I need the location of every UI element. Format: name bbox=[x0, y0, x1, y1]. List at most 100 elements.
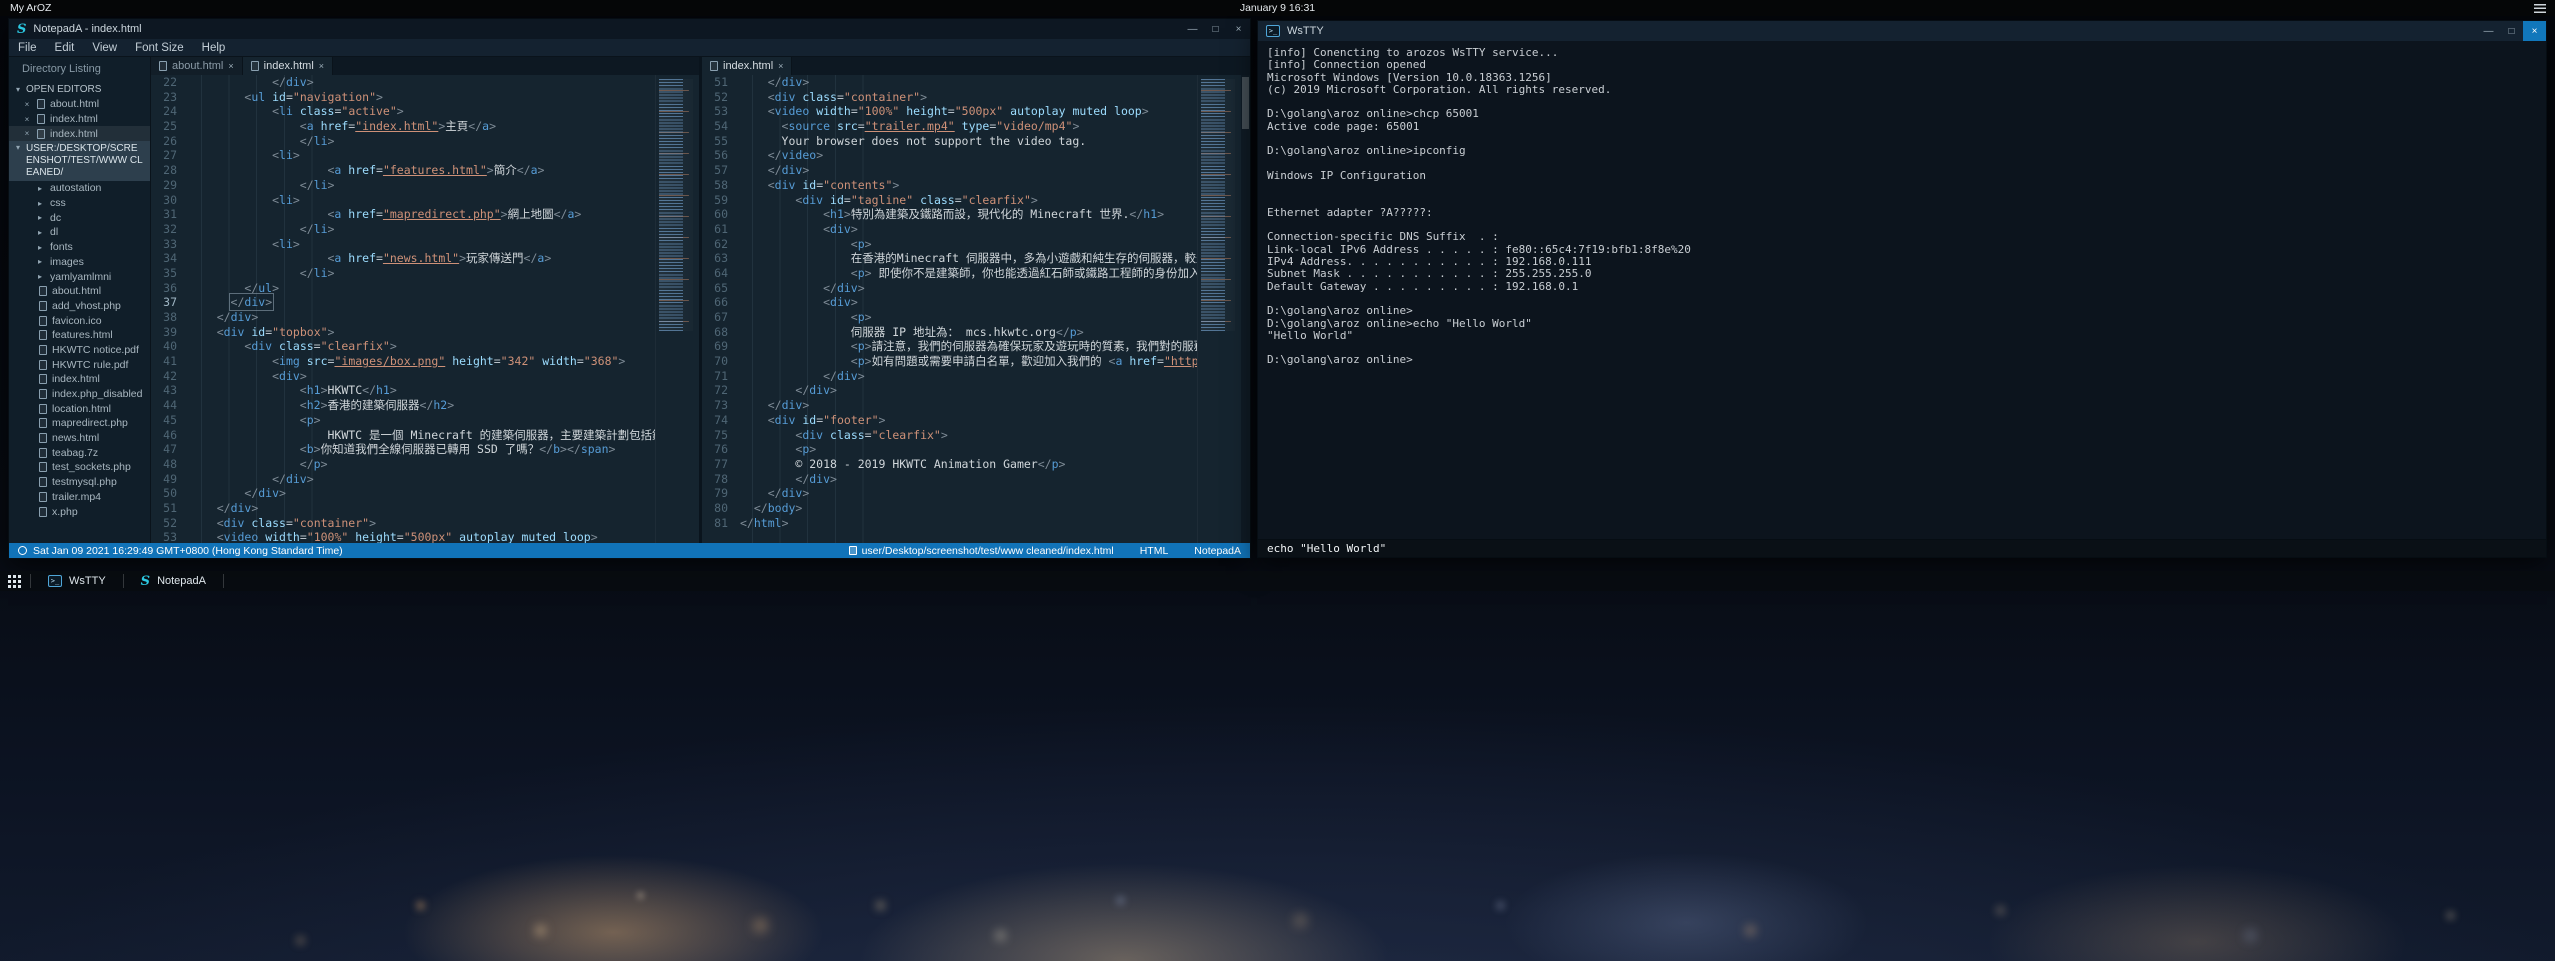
code-line-24[interactable]: 24 <li class="active"> bbox=[151, 104, 655, 119]
tree-file-test_sockets.php[interactable]: test_sockets.php bbox=[9, 460, 150, 475]
tree-file-index.html[interactable]: index.html bbox=[9, 372, 150, 387]
tree-file-testmysql.php[interactable]: testmysql.php bbox=[9, 475, 150, 490]
tree-folder-yamlyamlmni[interactable]: ▸yamlyamlmni bbox=[9, 269, 150, 284]
code-line-43[interactable]: 43 <h1>HKWTC</h1> bbox=[151, 383, 655, 398]
tree-file-location.html[interactable]: location.html bbox=[9, 401, 150, 416]
tree-file-about.html[interactable]: about.html bbox=[9, 284, 150, 299]
code-line-54[interactable]: 54 <source src="trailer.mp4" type="video… bbox=[702, 119, 1197, 134]
open-editor-item-index.html[interactable]: ×index.html bbox=[9, 126, 150, 141]
tree-folder-images[interactable]: ▸images bbox=[9, 255, 150, 270]
hamburger-menu-icon[interactable] bbox=[2534, 4, 2546, 13]
code-line-56[interactable]: 56 </video> bbox=[702, 148, 1197, 163]
code-line-50[interactable]: 50 </div> bbox=[151, 486, 655, 501]
code-line-81[interactable]: 81</html> bbox=[702, 516, 1197, 531]
code-line-26[interactable]: 26 </li> bbox=[151, 134, 655, 149]
code-line-75[interactable]: 75 <div class="clearfix"> bbox=[702, 428, 1197, 443]
code-line-33[interactable]: 33 <li> bbox=[151, 237, 655, 252]
open-editor-item-about.html[interactable]: ×about.html bbox=[9, 97, 150, 112]
code-line-72[interactable]: 72 </div> bbox=[702, 383, 1197, 398]
code-line-23[interactable]: 23 <ul id="navigation"> bbox=[151, 90, 655, 105]
close-icon[interactable]: × bbox=[22, 115, 32, 124]
tree-folder-dc[interactable]: ▸dc bbox=[9, 210, 150, 225]
tree-file-trailer.mp4[interactable]: trailer.mp4 bbox=[9, 490, 150, 505]
minimap-right[interactable] bbox=[1197, 75, 1241, 543]
tree-file-HKWTC notice.pdf[interactable]: HKWTC notice.pdf bbox=[9, 343, 150, 358]
close-icon[interactable]: × bbox=[22, 100, 32, 109]
terminal-output[interactable]: [info] Conencting to arozos WsTTY servic… bbox=[1258, 41, 2546, 539]
tree-folder-fonts[interactable]: ▸fonts bbox=[9, 240, 150, 255]
tab-index.html[interactable]: index.html× bbox=[702, 57, 792, 75]
code-line-51[interactable]: 51 </div> bbox=[151, 501, 655, 516]
code-line-27[interactable]: 27 <li> bbox=[151, 148, 655, 163]
code-line-31[interactable]: 31 <a href="mapredirect.php">網上地圖</a> bbox=[151, 207, 655, 222]
notepada-titlebar[interactable]: S NotepadA - index.html — □ × bbox=[9, 19, 1250, 39]
tree-file-add_vhost.php[interactable]: add_vhost.php bbox=[9, 299, 150, 314]
code-line-22[interactable]: 22 </div> bbox=[151, 75, 655, 90]
code-line-41[interactable]: 41 <img src="images/box.png" height="342… bbox=[151, 354, 655, 369]
code-line-52[interactable]: 52 <div class="container"> bbox=[151, 516, 655, 531]
code-line-67[interactable]: 67 <p> bbox=[702, 310, 1197, 325]
tab-index.html[interactable]: index.html× bbox=[243, 57, 333, 75]
code-line-32[interactable]: 32 </li> bbox=[151, 222, 655, 237]
close-icon[interactable]: × bbox=[319, 61, 324, 71]
code-line-68[interactable]: 68 伺服器 IP 地址為： mcs.hkwtc.org</p> bbox=[702, 325, 1197, 340]
code-line-77[interactable]: 77 © 2018 - 2019 HKWTC Animation Gamer</… bbox=[702, 457, 1197, 472]
code-line-46[interactable]: 46 HKWTC 是一個 Minecraft 的建築伺服器，主要建築計劃包括鐵路 bbox=[151, 428, 655, 443]
code-line-39[interactable]: 39 <div id="topbox"> bbox=[151, 325, 655, 340]
taskbar-item-notepada[interactable]: SNotepadA bbox=[126, 571, 221, 591]
code-line-28[interactable]: 28 <a href="features.html">簡介</a> bbox=[151, 163, 655, 178]
code-line-60[interactable]: 60 <h1>特別為建築及鐵路而設，現代化的 Minecraft 世界.</h1… bbox=[702, 207, 1197, 222]
maximize-button[interactable]: □ bbox=[2500, 21, 2523, 41]
tree-file-HKWTC rule.pdf[interactable]: HKWTC rule.pdf bbox=[9, 357, 150, 372]
tree-file-x.php[interactable]: x.php bbox=[9, 504, 150, 519]
tree-file-mapredirect.php[interactable]: mapredirect.php bbox=[9, 416, 150, 431]
tree-file-news.html[interactable]: news.html bbox=[9, 431, 150, 446]
minimap-left[interactable] bbox=[655, 75, 699, 543]
code-line-34[interactable]: 34 <a href="news.html">玩家傳送門</a> bbox=[151, 251, 655, 266]
code-line-49[interactable]: 49 </div> bbox=[151, 472, 655, 487]
tree-folder-autostation[interactable]: ▸autostation bbox=[9, 181, 150, 196]
code-line-37[interactable]: 37 </div> bbox=[151, 295, 655, 310]
code-line-63[interactable]: 63 在香港的Minecraft 伺服器中，多為小遊戲和純生存的伺服器，較少擁有 bbox=[702, 251, 1197, 266]
menu-help[interactable]: Help bbox=[193, 42, 235, 54]
open-editors-section[interactable]: ▾ OPEN EDITORS bbox=[9, 82, 150, 97]
code-line-30[interactable]: 30 <li> bbox=[151, 193, 655, 208]
code-line-64[interactable]: 64 <p> 即使你不是建築師，你也能透過紅石師或鐵路工程師的身份加入我 bbox=[702, 266, 1197, 281]
code-line-76[interactable]: 76 <p> bbox=[702, 442, 1197, 457]
code-line-38[interactable]: 38 </div> bbox=[151, 310, 655, 325]
code-editor-left[interactable]: 22 </div>23 <ul id="navigation">24 <li c… bbox=[151, 75, 655, 543]
tree-file-index.php_disabled[interactable]: index.php_disabled bbox=[9, 387, 150, 402]
tree-folder-dl[interactable]: ▸dl bbox=[9, 225, 150, 240]
tree-file-teabag.7z[interactable]: teabag.7z bbox=[9, 445, 150, 460]
maximize-button[interactable]: □ bbox=[1204, 19, 1227, 39]
directory-section[interactable]: ▾ USER:/DESKTOP/SCREENSHOT/TEST/WWW CLEA… bbox=[9, 141, 150, 181]
code-line-36[interactable]: 36 </ul> bbox=[151, 281, 655, 296]
menu-font-size[interactable]: Font Size bbox=[126, 42, 193, 54]
code-line-44[interactable]: 44 <h2>香港的建築伺服器</h2> bbox=[151, 398, 655, 413]
open-editor-item-index.html[interactable]: ×index.html bbox=[9, 112, 150, 127]
close-icon[interactable]: × bbox=[228, 61, 233, 71]
code-line-73[interactable]: 73 </div> bbox=[702, 398, 1197, 413]
code-line-80[interactable]: 80 </body> bbox=[702, 501, 1197, 516]
code-line-61[interactable]: 61 <div> bbox=[702, 222, 1197, 237]
code-line-79[interactable]: 79 </div> bbox=[702, 486, 1197, 501]
terminal-input-line[interactable]: echo "Hello World" bbox=[1258, 539, 2546, 557]
code-line-71[interactable]: 71 </div> bbox=[702, 369, 1197, 384]
minimize-button[interactable]: — bbox=[2477, 21, 2500, 41]
code-line-45[interactable]: 45 <p> bbox=[151, 413, 655, 428]
menu-edit[interactable]: Edit bbox=[46, 42, 84, 54]
code-line-57[interactable]: 57 </div> bbox=[702, 163, 1197, 178]
code-line-48[interactable]: 48 </p> bbox=[151, 457, 655, 472]
code-line-59[interactable]: 59 <div id="tagline" class="clearfix"> bbox=[702, 193, 1197, 208]
wstty-titlebar[interactable]: >_ WsTTY — □ × bbox=[1258, 21, 2546, 41]
menu-view[interactable]: View bbox=[83, 42, 126, 54]
code-line-66[interactable]: 66 <div> bbox=[702, 295, 1197, 310]
minimize-button[interactable]: — bbox=[1181, 19, 1204, 39]
code-line-74[interactable]: 74 <div id="footer"> bbox=[702, 413, 1197, 428]
code-line-29[interactable]: 29 </li> bbox=[151, 178, 655, 193]
code-editor-right[interactable]: 51 </div>52 <div class="container">53 <v… bbox=[702, 75, 1197, 543]
code-line-52[interactable]: 52 <div class="container"> bbox=[702, 90, 1197, 105]
code-line-51[interactable]: 51 </div> bbox=[702, 75, 1197, 90]
tree-folder-css[interactable]: ▸css bbox=[9, 196, 150, 211]
code-line-58[interactable]: 58 <div id="contents"> bbox=[702, 178, 1197, 193]
